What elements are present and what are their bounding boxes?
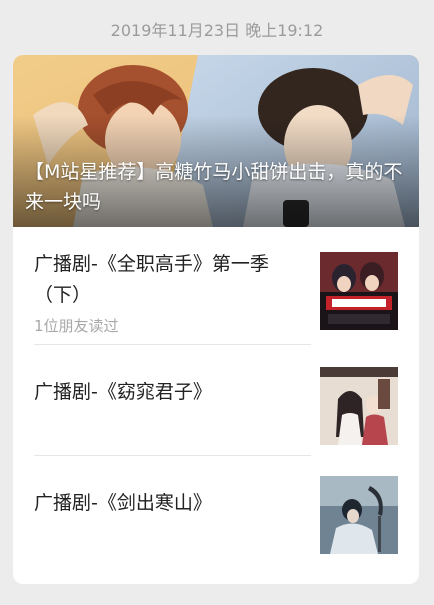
list-item[interactable]: 广播剧-《剑出寒山》 xyxy=(13,456,419,568)
message-timestamp: 2019年11月23日 晚上19:12 xyxy=(110,21,324,40)
cover-title: 【M站星推荐】高糖竹马小甜饼出击，真的不来一块吗 xyxy=(25,161,403,213)
list-item[interactable]: 广播剧-《全职高手》第一季（下） 1位朋友读过 xyxy=(13,227,419,339)
article-title: 广播剧-《剑出寒山》 xyxy=(34,492,212,514)
jianchu-hanshan-thumbnail xyxy=(320,476,398,554)
article-card: 【M站星推荐】高糖竹马小甜饼出击，真的不来一块吗 广播剧-《全职高手》第一季（下… xyxy=(13,55,419,584)
cover-article[interactable]: 【M站星推荐】高糖竹马小甜饼出击，真的不来一块吗 xyxy=(13,55,419,227)
read-by-friends: 1位朋友读过 xyxy=(34,317,119,335)
quanzhi-gaoshou-thumbnail xyxy=(320,252,398,330)
list-item[interactable]: 广播剧-《窈窕君子》 xyxy=(13,345,419,457)
yaotiao-junzi-thumbnail xyxy=(320,367,398,445)
article-title: 广播剧-《全职高手》第一季（下） xyxy=(34,253,269,306)
article-title: 广播剧-《窈窕君子》 xyxy=(34,381,212,403)
